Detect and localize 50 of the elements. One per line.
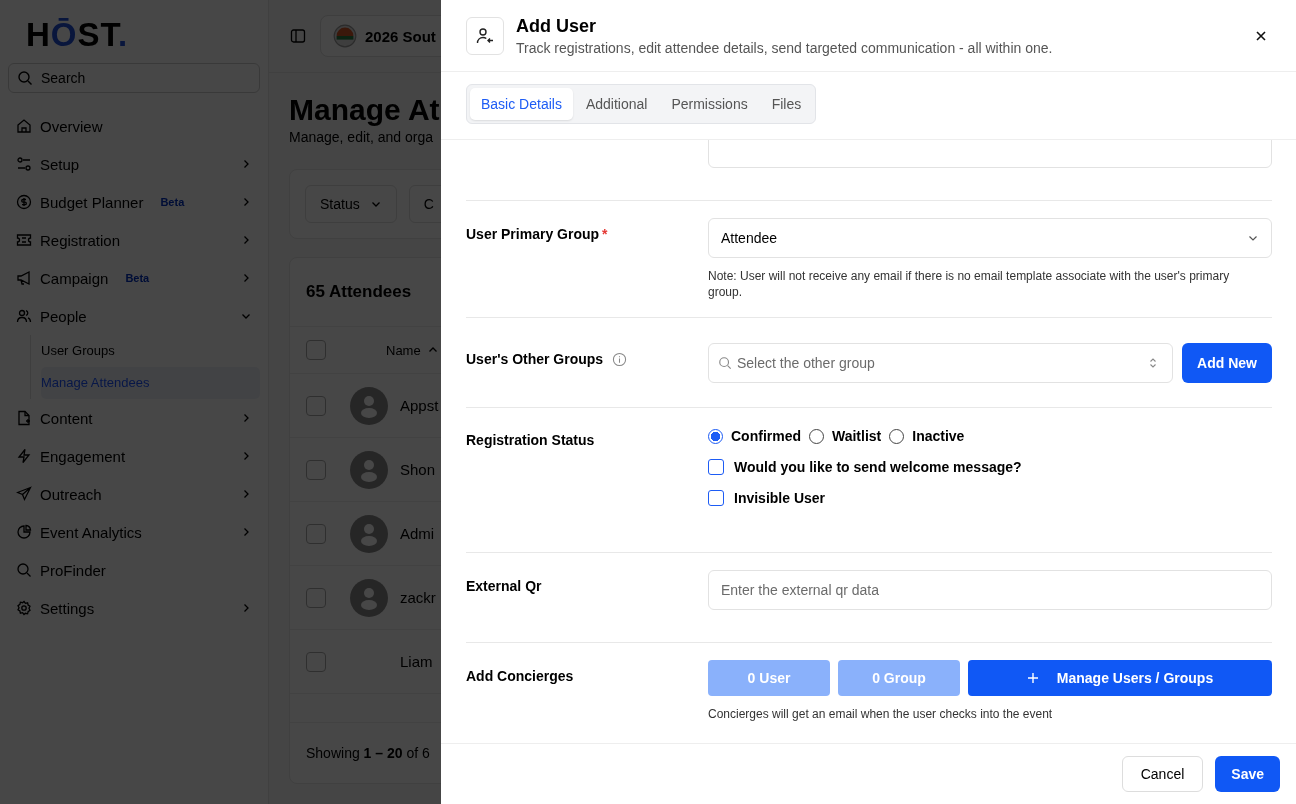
required-mark: * — [602, 226, 608, 242]
add-new-button[interactable]: Add New — [1182, 343, 1272, 384]
field-note: Note: User will not receive any email if there is no email template associate with the user's primary group. — [708, 268, 1231, 301]
field-note: Concierges will get an email when the user checks into the event — [708, 706, 1054, 723]
table-cell: Liam — [400, 653, 433, 670]
logo-letter: H — [26, 16, 51, 53]
logo-letter: . — [118, 16, 129, 53]
info-icon[interactable] — [612, 352, 628, 368]
checkbox-option[interactable]: Would you like to send welcome message? — [708, 459, 1272, 476]
logo-letter: ST — [77, 16, 119, 53]
tab[interactable]: Permissions — [660, 88, 759, 120]
plus-icon — [1026, 672, 1039, 685]
group-select-field[interactable]: Select the other group — [708, 343, 1174, 384]
drawer-title: Add User — [516, 15, 597, 37]
field-label: Registration Status — [466, 432, 595, 449]
concierge-button[interactable]: 0 User — [708, 660, 830, 697]
table-cell: zackr — [400, 589, 436, 606]
radio-option[interactable]: Waitlist — [809, 428, 882, 445]
field-label: Add Concierges — [466, 668, 574, 685]
field-label: External Qr — [466, 578, 542, 595]
pagination-text: Showing 1 – 20 of 6 — [306, 745, 430, 761]
drawer-subtitle: Track registrations, edit attendee details, send targeted communication - all within one. — [516, 39, 1054, 56]
tab[interactable]: Files — [760, 88, 813, 120]
concierge-button[interactable]: 0 Group — [838, 660, 960, 697]
field-label: User Primary Group — [466, 226, 600, 242]
radio-option[interactable]: Confirmed — [708, 428, 801, 445]
radio-button[interactable] — [708, 428, 723, 444]
field-label: User's Other Groups — [466, 351, 604, 368]
radio-option[interactable]: Inactive — [889, 428, 965, 445]
checkbox[interactable] — [708, 490, 724, 507]
save-button[interactable]: Save — [1215, 756, 1280, 792]
table-cell: Appst — [400, 397, 439, 414]
text-input[interactable]: Enter the external qr data — [708, 570, 1272, 611]
select-field[interactable]: Attendee — [708, 218, 1272, 258]
concierge-button[interactable]: Manage Users / Groups — [968, 660, 1272, 697]
page-title: Manage At — [289, 93, 441, 127]
table-cell: Shon — [400, 461, 436, 478]
text-input[interactable] — [708, 140, 1272, 168]
logo-letter: Ō — [50, 16, 78, 53]
column-header[interactable]: Name — [386, 342, 421, 358]
tab[interactable]: Basic Details — [470, 88, 573, 120]
table-cell: Admi — [400, 525, 435, 542]
cancel-button[interactable]: Cancel — [1121, 756, 1204, 792]
checkbox-option[interactable]: Invisible User — [708, 490, 1272, 507]
tab[interactable]: Additional — [574, 88, 659, 120]
close-icon — [1255, 29, 1267, 42]
checkbox[interactable] — [708, 459, 724, 476]
page-subtitle: Manage, edit, and orga — [289, 129, 434, 145]
search-icon — [718, 356, 732, 371]
user-plus-icon — [466, 16, 504, 55]
